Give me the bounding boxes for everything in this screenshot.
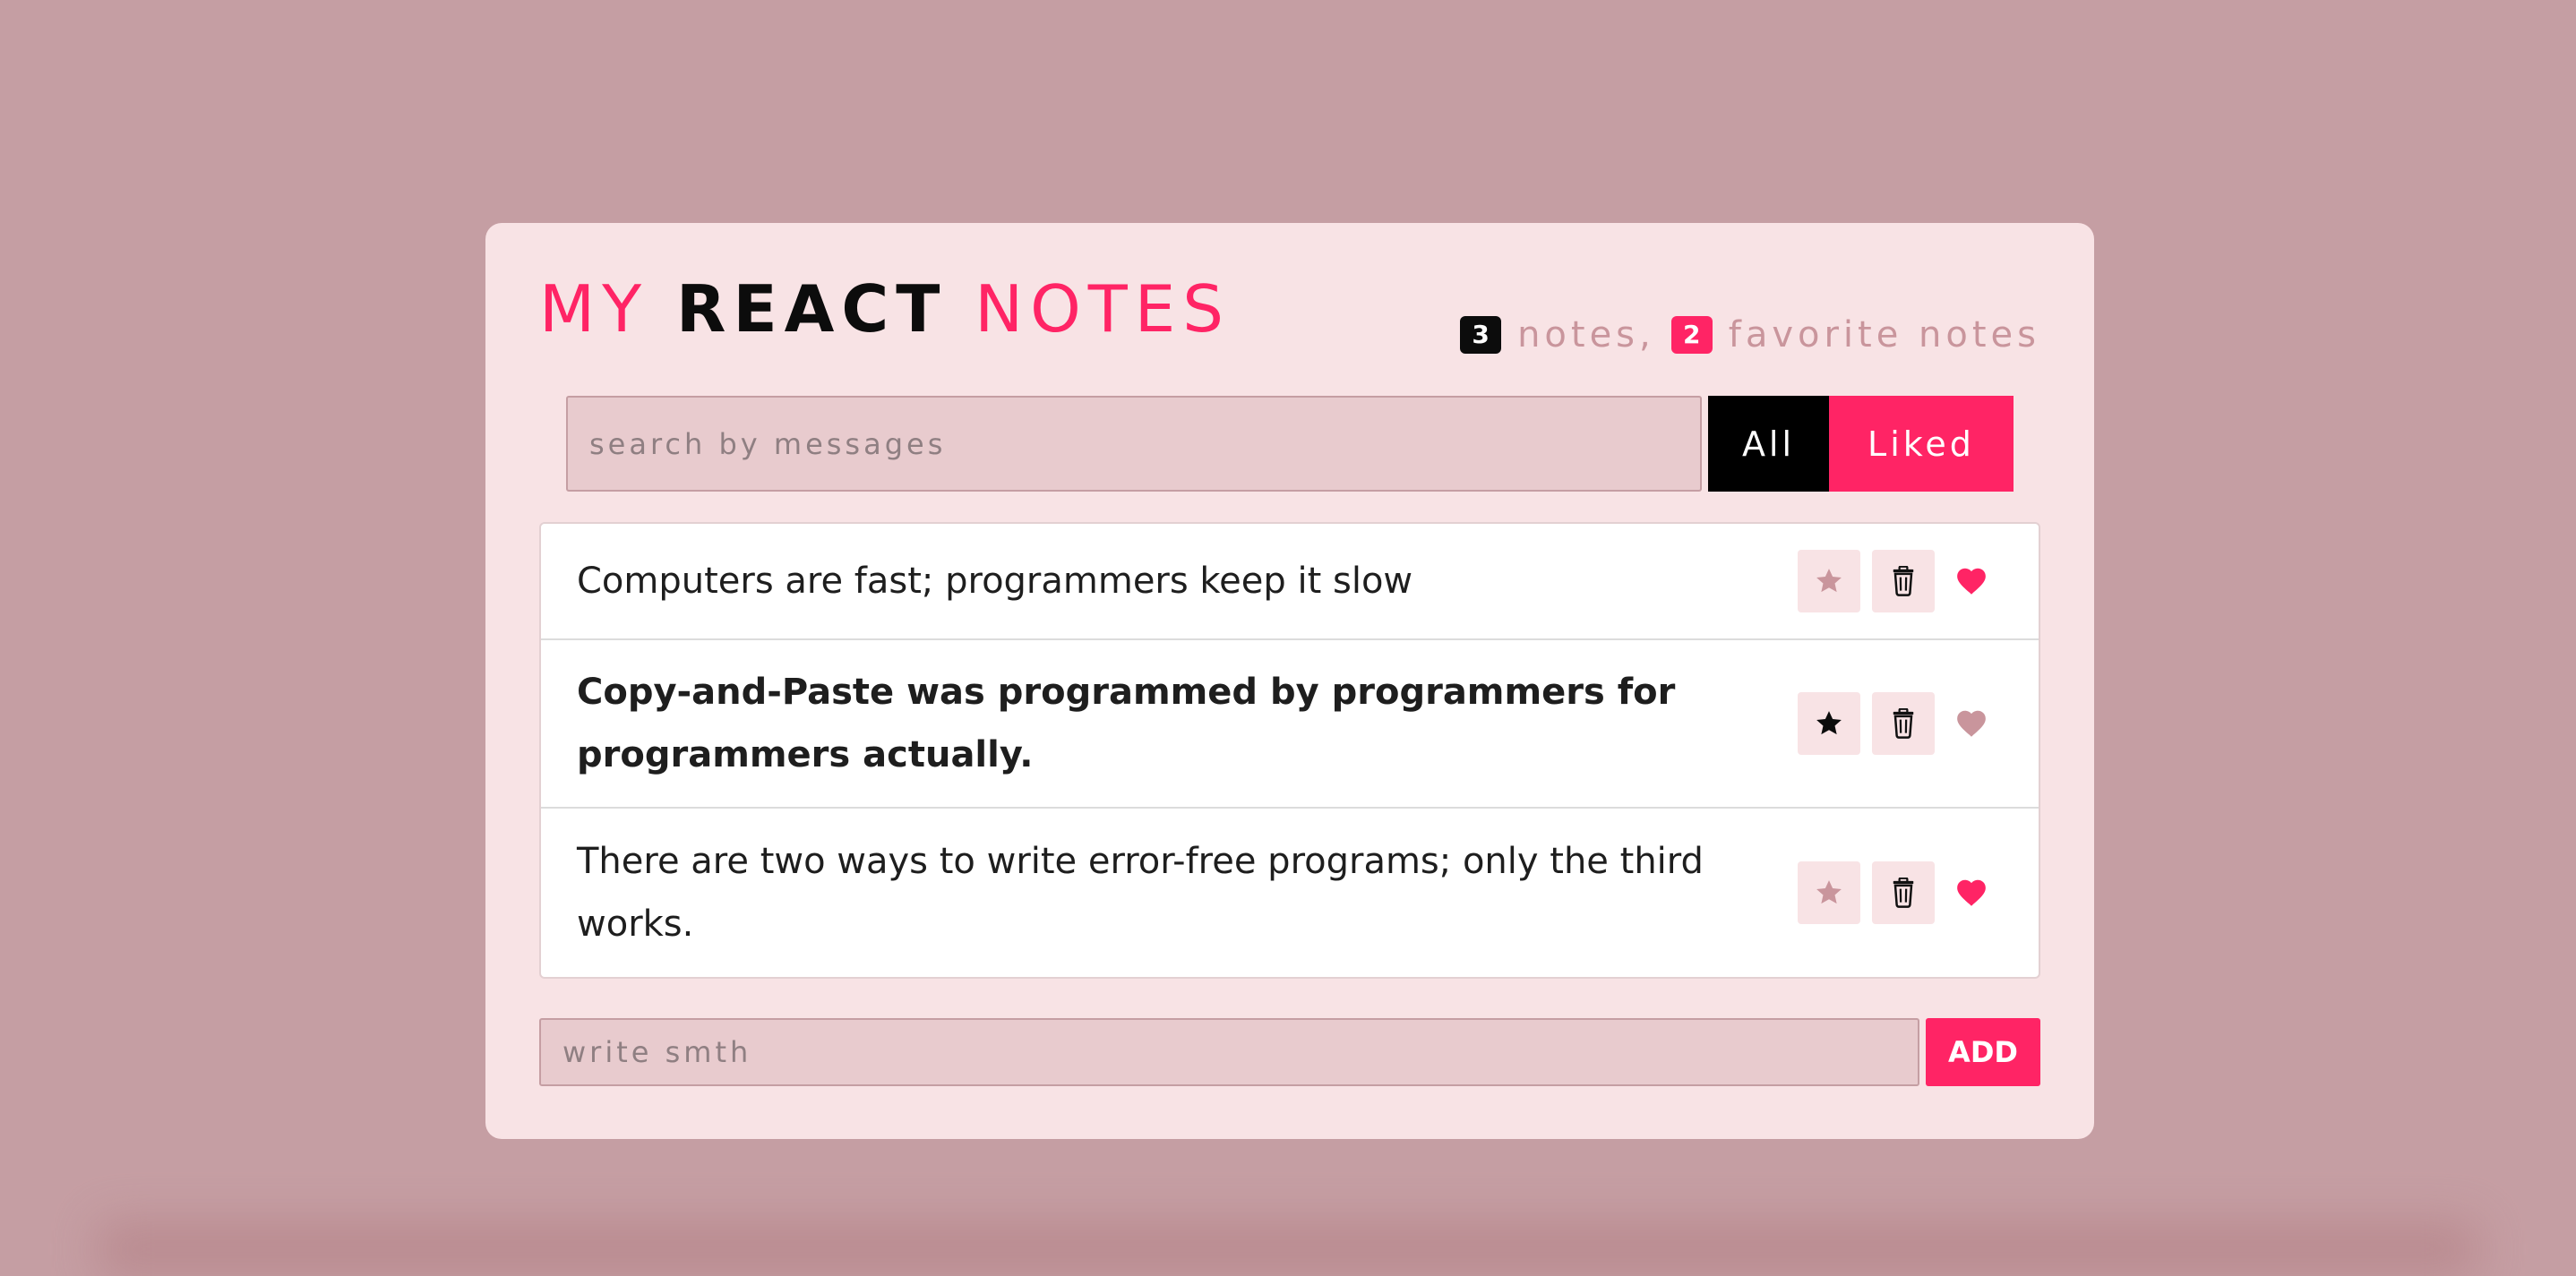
heart-icon — [1954, 707, 1988, 741]
note-text[interactable]: There are two ways to write error-free p… — [577, 830, 1786, 955]
delete-button[interactable] — [1872, 692, 1935, 755]
filter-liked-button[interactable]: Liked — [1829, 396, 2014, 492]
search-input[interactable] — [566, 396, 1702, 492]
note-item: Computers are fast; programmers keep it … — [541, 524, 2039, 640]
note-actions — [1786, 861, 2003, 924]
add-note-button[interactable]: ADD — [1926, 1018, 2040, 1086]
note-item: Copy-and-Paste was programmed by program… — [541, 640, 2039, 809]
note-actions — [1786, 550, 2003, 612]
star-icon — [1814, 566, 1844, 596]
like-button[interactable] — [1940, 692, 2003, 755]
app-title: MY REACT NOTES — [539, 277, 1231, 341]
trash-icon — [1890, 566, 1917, 596]
filter-all-button[interactable]: All — [1708, 396, 1829, 492]
note-item: There are two ways to write error-free p… — [541, 809, 2039, 977]
like-button[interactable] — [1940, 550, 2003, 612]
search-filter-bar: All Liked — [566, 396, 2014, 492]
star-icon — [1814, 708, 1844, 739]
background-shadow — [99, 1222, 2477, 1276]
star-icon — [1814, 878, 1844, 908]
title-word-notes: NOTES — [975, 271, 1231, 347]
note-text[interactable]: Copy-and-Paste was programmed by program… — [577, 661, 1786, 786]
star-button[interactable] — [1798, 861, 1860, 924]
trash-icon — [1890, 708, 1917, 739]
new-note-input[interactable] — [539, 1018, 1919, 1086]
delete-button[interactable] — [1872, 861, 1935, 924]
delete-button[interactable] — [1872, 550, 1935, 612]
add-note-form: ADD — [539, 1018, 2040, 1086]
total-notes-badge: 3 — [1460, 316, 1501, 354]
note-actions — [1786, 692, 2003, 755]
heart-icon — [1954, 564, 1988, 598]
total-notes-label: notes, — [1517, 314, 1655, 355]
favorite-notes-badge: 2 — [1671, 316, 1713, 354]
title-word-react: REACT — [676, 271, 947, 347]
trash-icon — [1890, 878, 1917, 908]
heart-icon — [1954, 876, 1988, 910]
title-word-my: MY — [539, 271, 648, 347]
notes-app-card: MY REACT NOTES 3 notes, 2 favorite notes… — [485, 223, 2094, 1139]
star-button[interactable] — [1798, 692, 1860, 755]
note-text[interactable]: Computers are fast; programmers keep it … — [577, 550, 1786, 612]
notes-list: Computers are fast; programmers keep it … — [539, 522, 2040, 979]
like-button[interactable] — [1940, 861, 2003, 924]
notes-counter: 3 notes, 2 favorite notes — [1460, 314, 2040, 355]
star-button[interactable] — [1798, 550, 1860, 612]
favorite-notes-label: favorite notes — [1729, 314, 2040, 355]
